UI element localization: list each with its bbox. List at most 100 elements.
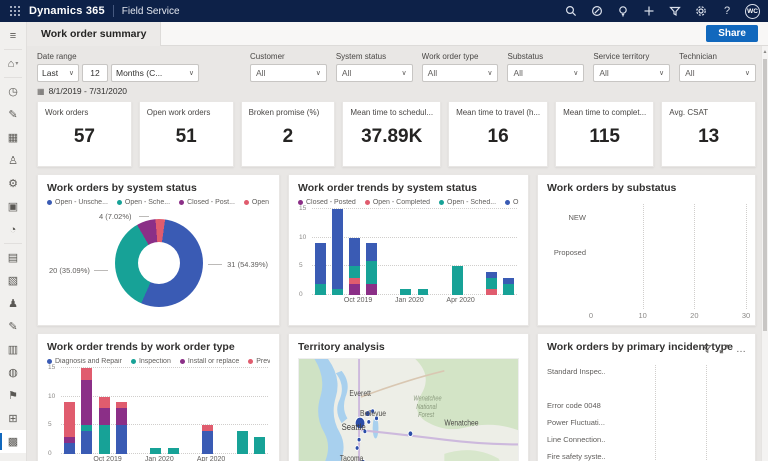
stacked-bar-feb-2020[interactable] bbox=[418, 209, 429, 295]
sidebar-item-apps[interactable]: ⊞ bbox=[0, 407, 26, 430]
compass-icon[interactable] bbox=[586, 2, 608, 20]
stacked-bar-jul-2020[interactable] bbox=[503, 209, 514, 295]
card-work-order-trends-by-system-status[interactable]: Work order trends by system status Close… bbox=[288, 174, 529, 326]
scrollbar-thumb[interactable] bbox=[763, 59, 767, 331]
filter-technician-select[interactable]: All∨ bbox=[679, 64, 756, 82]
filter-work-order-type-select[interactable]: All∨ bbox=[422, 64, 499, 82]
date-preset-select[interactable]: Last∨ bbox=[37, 64, 79, 82]
legend-item[interactable]: Open - Sched... bbox=[439, 199, 496, 206]
waffle-menu-icon[interactable] bbox=[10, 6, 21, 17]
bar-segment bbox=[202, 431, 213, 454]
stacked-bar-aug-2019[interactable] bbox=[315, 209, 326, 295]
legend-item[interactable]: Diagnosis and Repair bbox=[47, 358, 122, 365]
kpi-broken-promise[interactable]: Broken promise (%)2 bbox=[241, 101, 336, 167]
sidebar-item-schedule-board[interactable]: ▦ bbox=[0, 126, 26, 149]
legend-item[interactable]: Open - Sche... bbox=[117, 199, 170, 206]
stacked-bar-feb-2020[interactable] bbox=[168, 368, 179, 454]
legend-item[interactable]: Open - Unsche... bbox=[47, 199, 108, 206]
card-work-orders-by-system-status[interactable]: Work orders by system status Open - Unsc… bbox=[37, 174, 280, 326]
sidebar-item-work-orders[interactable]: ✎ bbox=[0, 103, 26, 126]
filter-customer-select[interactable]: All∨ bbox=[250, 64, 327, 82]
sidebar-item-dashboards[interactable]: ▩ bbox=[0, 430, 26, 453]
stacked-bar-jun-2020[interactable] bbox=[486, 209, 497, 295]
more-options-icon[interactable]: … bbox=[736, 347, 747, 353]
stacked-bar-dec-2019[interactable] bbox=[383, 209, 394, 295]
sidebar-item-contacts[interactable]: ♟ bbox=[0, 292, 26, 315]
kpi-avg-csat[interactable]: Avg. CSAT13 bbox=[661, 101, 756, 167]
stacked-bar-oct-2019[interactable] bbox=[349, 209, 360, 295]
sidebar-item-menu[interactable]: ≡ bbox=[0, 24, 26, 47]
card-territory-analysis[interactable]: Territory analysis bbox=[288, 333, 529, 461]
sidebar-item-resources[interactable]: ♙ bbox=[0, 149, 26, 172]
legend-item[interactable]: Preventative Mai... bbox=[248, 358, 270, 365]
add-icon[interactable] bbox=[638, 2, 660, 20]
stacked-bar-may-2020[interactable] bbox=[469, 209, 480, 295]
stacked-bar-mar-2020[interactable] bbox=[435, 209, 446, 295]
card-work-order-trends-by-work-order-type[interactable]: Work order trends by work order type Dia… bbox=[37, 333, 280, 461]
tab-work-order-summary[interactable]: Work order summary bbox=[27, 22, 161, 46]
kpi-mean-time-to-schedul[interactable]: Mean time to schedul...37.89K bbox=[342, 101, 441, 167]
stacked-bar-sep-2019[interactable] bbox=[81, 368, 92, 454]
sidebar-item-home[interactable]: ⌂▾ bbox=[0, 52, 26, 75]
sidebar-item-inventory[interactable]: ▧ bbox=[0, 269, 26, 292]
sidebar-item-globe[interactable]: ◍ bbox=[0, 361, 26, 384]
vertical-scrollbar[interactable]: ▲ bbox=[761, 46, 768, 461]
card-work-orders-by-primary-incident-type[interactable]: Work orders by primary incident type … S… bbox=[537, 333, 756, 461]
category-label: Standard Inspec... bbox=[547, 367, 605, 376]
share-button[interactable]: Share bbox=[706, 25, 758, 42]
date-unit-select[interactable]: Months (C...∨ bbox=[111, 64, 199, 82]
territory-map[interactable]: EverettBellevueSeattleTacomaWenatcheeNat… bbox=[298, 358, 519, 461]
stacked-bar-jul-2020[interactable] bbox=[254, 368, 265, 454]
kpi-mean-time-to-complet[interactable]: Mean time to complet...115 bbox=[555, 101, 654, 167]
map-work-order-dot[interactable] bbox=[408, 431, 413, 437]
stacked-bar-may-2020[interactable] bbox=[219, 368, 230, 454]
stacked-bar-mar-2020[interactable] bbox=[185, 368, 196, 454]
scroll-up-arrow[interactable]: ▲ bbox=[762, 46, 768, 58]
lightbulb-icon[interactable] bbox=[612, 2, 634, 20]
sidebar-item-agreements[interactable]: ▤ bbox=[0, 246, 26, 269]
kpi-open-work-orders[interactable]: Open work orders51 bbox=[139, 101, 234, 167]
filter-icon[interactable] bbox=[702, 341, 712, 359]
stacked-bar-dec-2019[interactable] bbox=[133, 368, 144, 454]
sidebar-item-documents[interactable]: ▥ bbox=[0, 338, 26, 361]
stacked-bar-sep-2019[interactable] bbox=[332, 209, 343, 295]
legend-item[interactable]: Open - C... bbox=[244, 199, 270, 206]
user-avatar[interactable]: WC bbox=[745, 4, 760, 19]
kpi-work-orders[interactable]: Work orders57 bbox=[37, 101, 132, 167]
stacked-bar-apr-2020[interactable] bbox=[452, 209, 463, 295]
sidebar-item-territories[interactable]: ⚑ bbox=[0, 384, 26, 407]
date-count-input[interactable]: 12 bbox=[82, 64, 108, 82]
map-work-order-dot[interactable] bbox=[355, 446, 359, 451]
legend-item[interactable]: Open - Completed bbox=[365, 199, 430, 206]
legend-item[interactable]: Closed - Posted bbox=[298, 199, 356, 206]
help-icon[interactable]: ? bbox=[716, 2, 738, 20]
sidebar-item-edit[interactable]: ✎ bbox=[0, 315, 26, 338]
sidebar-item-settings[interactable]: ⚙ bbox=[0, 172, 26, 195]
stacked-bar-jan-2020[interactable] bbox=[150, 368, 161, 454]
map-work-order-dot[interactable] bbox=[367, 420, 371, 425]
legend-item[interactable]: Inspection bbox=[131, 358, 171, 365]
stacked-bar-nov-2019[interactable] bbox=[116, 368, 127, 454]
stacked-bar-nov-2019[interactable] bbox=[366, 209, 377, 295]
stacked-bar-oct-2019[interactable] bbox=[99, 368, 110, 454]
filter-system-status-select[interactable]: All∨ bbox=[336, 64, 413, 82]
legend-item[interactable]: Closed - Post... bbox=[179, 199, 235, 206]
legend-item[interactable]: Open - Unsc... bbox=[505, 199, 519, 206]
card-work-orders-by-substatus[interactable]: Work orders by substatus NEWProposed0102… bbox=[537, 174, 756, 326]
expand-icon[interactable] bbox=[719, 341, 729, 359]
search-icon[interactable] bbox=[560, 2, 582, 20]
filter-service-territory-select[interactable]: All∨ bbox=[593, 64, 670, 82]
stacked-bar-aug-2019[interactable] bbox=[64, 368, 75, 454]
stacked-bar-jan-2020[interactable] bbox=[400, 209, 411, 295]
map-work-order-dot[interactable] bbox=[357, 437, 361, 442]
sidebar-item-assets[interactable]: ▣ bbox=[0, 195, 26, 218]
stacked-bar-jun-2020[interactable] bbox=[237, 368, 248, 454]
filter-icon[interactable] bbox=[664, 2, 686, 20]
filter-substatus-select[interactable]: All∨ bbox=[507, 64, 584, 82]
sidebar-item-recent[interactable]: ◷ bbox=[0, 80, 26, 103]
kpi-mean-time-to-travel-h[interactable]: Mean time to travel (h...16 bbox=[448, 101, 548, 167]
settings-gear-icon[interactable] bbox=[690, 2, 712, 20]
legend-item[interactable]: Install or replace bbox=[180, 358, 239, 365]
stacked-bar-apr-2020[interactable] bbox=[202, 368, 213, 454]
sidebar-item-time-entries[interactable]: ◔ bbox=[0, 218, 26, 241]
